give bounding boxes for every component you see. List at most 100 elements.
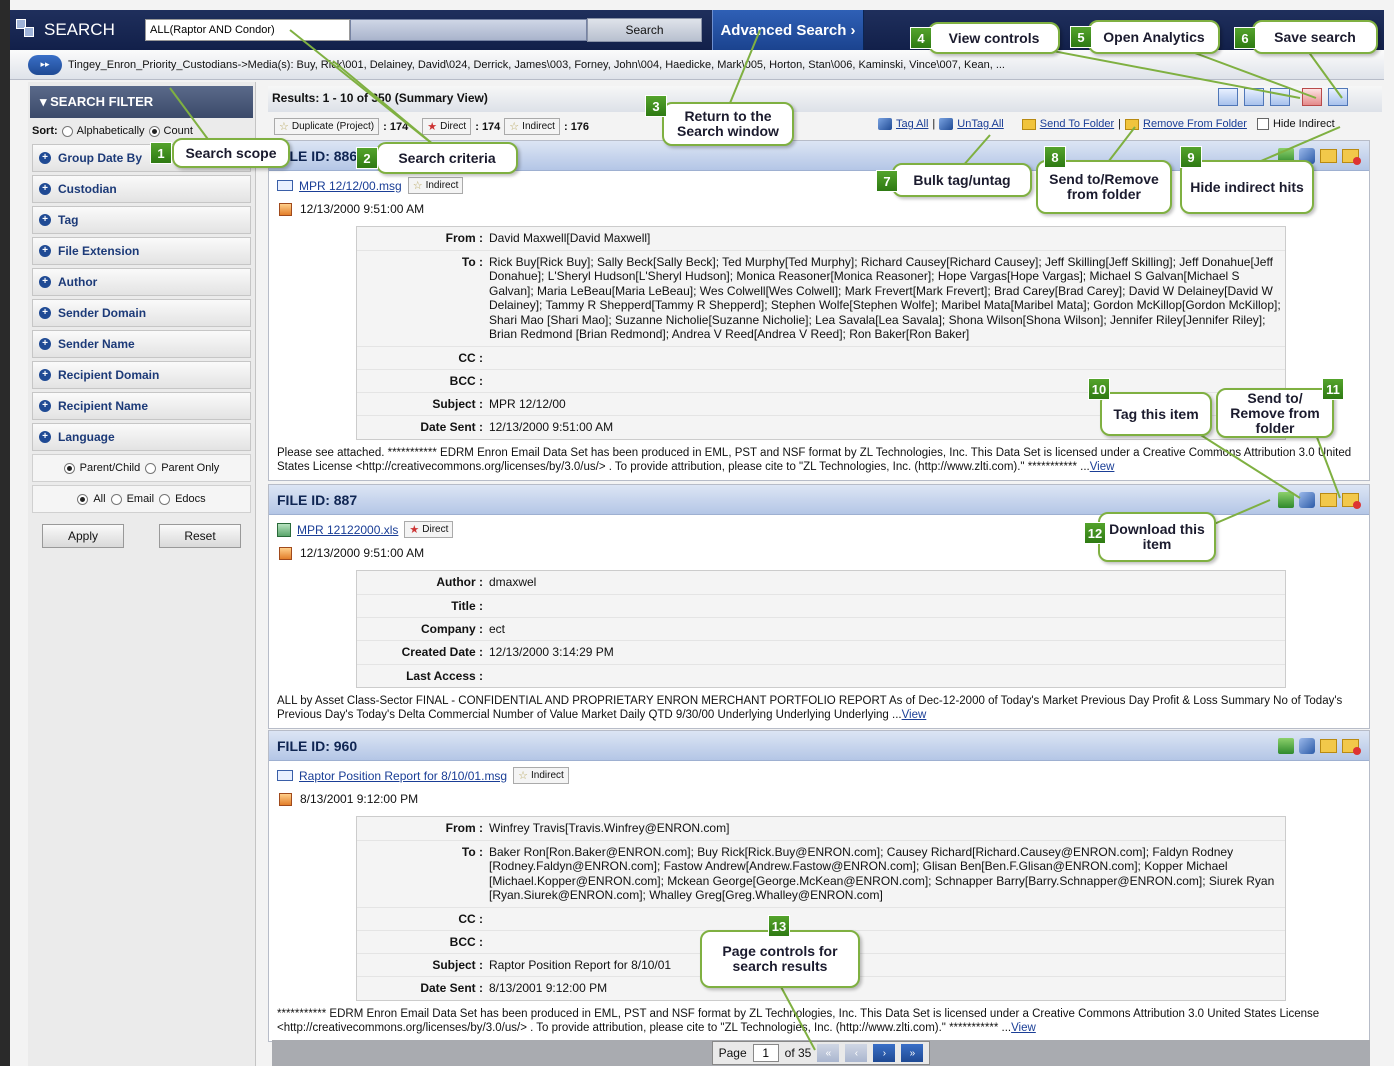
send-to-folder-link[interactable]: Send To Folder (1040, 118, 1114, 130)
calendar-icon (279, 792, 292, 806)
send-to-folder-icon[interactable] (1320, 492, 1337, 507)
doc-type-options: All Email Edocs (32, 485, 251, 513)
filter-author[interactable]: + Author (32, 268, 251, 296)
app-logo: SEARCH (10, 19, 145, 41)
expand-icon: + (39, 431, 51, 443)
results-summary: Results: 1 - 10 of 350 (Summary View) (268, 86, 1382, 112)
prev-page-button[interactable]: ‹ (845, 1044, 868, 1062)
metadata-key: From : (445, 821, 483, 835)
indirect-badge[interactable]: ☆ Indirect (504, 118, 560, 135)
sort-alpha-radio[interactable] (61, 125, 73, 137)
view-controls (1218, 88, 1348, 106)
untag-all-icon (939, 118, 954, 130)
tag-all-link[interactable]: Tag All (896, 118, 928, 130)
parent-only-radio[interactable] (145, 462, 157, 474)
view-link[interactable]: View (1011, 1022, 1036, 1034)
hit-type-badge: ☆ Indirect (407, 177, 464, 194)
metadata-row: Author : dmaxwel (357, 571, 1285, 595)
sort-alpha-label: Alphabetically (76, 125, 145, 137)
hide-indirect-checkbox[interactable] (1256, 118, 1269, 130)
filter-label: Sender Domain (58, 306, 147, 320)
metadata-key: Created Date : (401, 645, 483, 659)
metadata-row: To : Rick Buy[Rick Buy]; Sally Beck[Sally… (357, 251, 1285, 347)
detail-view-icon[interactable] (1270, 88, 1290, 106)
remove-from-folder-link[interactable]: Remove From Folder (1143, 118, 1247, 130)
filter-label: Tag (58, 213, 79, 227)
filter-sender-domain[interactable]: + Sender Domain (32, 299, 251, 327)
expand-icon: + (39, 152, 51, 164)
download-icon[interactable] (1278, 737, 1294, 754)
star-icon: ★ (427, 121, 438, 133)
filter-language[interactable]: + Language (32, 423, 251, 451)
summary-view-icon[interactable] (1218, 88, 1238, 106)
metadata-value (487, 347, 1285, 369)
search-logo-icon (16, 19, 38, 41)
search-filter-header[interactable]: ▾ SEARCH FILTER (30, 86, 253, 118)
search-input[interactable] (145, 19, 350, 41)
expand-icon: + (39, 245, 51, 257)
metadata-value: 12/13/2000 3:14:29 PM (489, 645, 614, 659)
sort-count-radio[interactable] (148, 125, 160, 137)
callout-number-7: 7 (876, 170, 898, 192)
parent-child-radio[interactable] (63, 462, 75, 474)
duplicate-count: : 174 (383, 120, 409, 133)
first-page-button[interactable]: « (817, 1044, 840, 1062)
document-line: Raptor Position Report for 8/10/01.msg ☆ I… (269, 761, 1369, 784)
file-name-link[interactable]: MPR 12122000.xls (297, 523, 398, 537)
bulk-actions: Tag All | UnTag All Send To Folder | Rem… (878, 118, 1335, 130)
download-icon[interactable] (1278, 491, 1294, 508)
email-icon (277, 770, 293, 781)
filter-file-extension[interactable]: + File Extension (32, 237, 251, 265)
advanced-search-button[interactable]: Advanced Search › (712, 10, 864, 50)
view-link[interactable]: View (902, 709, 927, 721)
email-radio[interactable] (110, 493, 122, 505)
item-actions (1278, 491, 1361, 509)
remove-from-folder-icon[interactable] (1342, 738, 1361, 755)
filter-recipient-name[interactable]: + Recipient Name (32, 392, 251, 420)
metadata-value (487, 665, 1285, 687)
remove-from-folder-icon[interactable] (1342, 492, 1361, 509)
metadata-value (487, 370, 1285, 392)
expand-icon: + (39, 369, 51, 381)
reset-button[interactable]: Reset (159, 524, 241, 548)
direct-badge[interactable]: ★ Direct (422, 118, 472, 135)
filter-recipient-domain[interactable]: + Recipient Domain (32, 361, 251, 389)
callout-tag-item: Tag this item (1100, 392, 1212, 436)
search-button[interactable]: Search (587, 18, 702, 42)
filter-custodian[interactable]: + Custodian (32, 175, 251, 203)
file-name-link[interactable]: Raptor Position Report for 8/10/01.msg (299, 769, 507, 783)
item-date: 12/13/2000 9:51:00 AM (300, 202, 425, 216)
remove-from-folder-icon[interactable] (1342, 148, 1361, 165)
save-search-icon[interactable] (1328, 88, 1348, 106)
expand-icon: + (39, 307, 51, 319)
email-icon (277, 180, 293, 191)
callout-number-1: 1 (150, 142, 172, 164)
apply-button[interactable]: Apply (42, 524, 124, 548)
tag-icon[interactable] (1299, 737, 1315, 754)
callout-save-search: Save search (1252, 20, 1378, 54)
untag-all-link[interactable]: UnTag All (957, 118, 1003, 130)
next-page-button[interactable]: › (873, 1044, 896, 1062)
all-radio[interactable] (77, 493, 89, 505)
filter-tag[interactable]: + Tag (32, 206, 251, 234)
filter-actions: Apply Reset (28, 516, 255, 556)
last-page-button[interactable]: » (901, 1044, 924, 1062)
filter-label: Recipient Domain (58, 368, 160, 382)
metadata-row: Last Access : (357, 665, 1285, 687)
edocs-radio[interactable] (159, 493, 171, 505)
filter-sender-name[interactable]: + Sender Name (32, 330, 251, 358)
table-view-icon[interactable] (1244, 88, 1264, 106)
tag-all-icon (878, 118, 892, 130)
duplicate-badge[interactable]: ☆ Duplicate (Project) (274, 118, 380, 135)
page-input[interactable] (752, 1044, 779, 1062)
tag-icon[interactable] (1299, 491, 1315, 508)
send-to-folder-icon[interactable] (1320, 738, 1337, 753)
view-link[interactable]: View (1090, 461, 1115, 473)
metadata-value: dmaxwel (489, 575, 537, 589)
analytics-icon[interactable] (1302, 88, 1322, 106)
file-name-link[interactable]: MPR 12/12/00.msg (299, 179, 402, 193)
item-actions (1278, 737, 1361, 755)
expand-scope-button[interactable]: ▸▸ (28, 54, 62, 75)
file-id: FILE ID: 887 (277, 491, 358, 508)
send-to-folder-icon[interactable] (1320, 148, 1337, 163)
